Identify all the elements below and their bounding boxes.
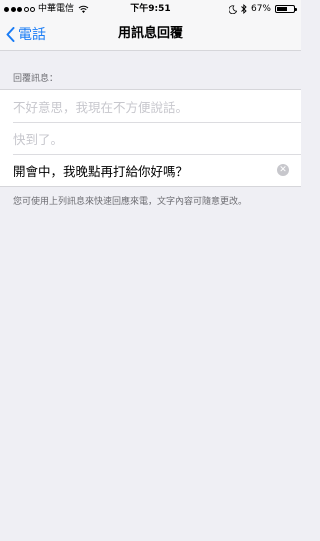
clear-icon[interactable]: ✕ — [277, 164, 289, 176]
bluetooth-icon — [241, 4, 247, 14]
reply-1-placeholder: 不好意思，我現在不方便說話。 — [13, 99, 189, 115]
reply-2-placeholder: 快到了。 — [13, 131, 64, 147]
reply-list: 不好意思，我現在不方便說話。 快到了。 開會中，我晚點再打給你好嗎？ ✕ — [0, 89, 301, 187]
page-title: 用訊息回覆 — [117, 26, 183, 41]
footer-note: 您可使用上列訊息來快速回應來電，文字內容可隨意更改。 — [13, 197, 248, 207]
moon-icon — [228, 4, 237, 14]
battery-level — [277, 7, 288, 11]
battery-icon — [275, 5, 297, 13]
reply-field-3[interactable]: 開會中，我晚點再打給你好嗎？ ✕ — [0, 154, 301, 186]
reply-field-2[interactable]: 快到了。 — [0, 122, 301, 154]
navigation-bar: 電話 用訊息回覆 — [0, 18, 301, 51]
reply-field-1[interactable]: 不好意思，我現在不方便說話。 — [0, 90, 301, 122]
reply-3-value: 開會中，我晚點再打給你好嗎？ — [13, 163, 189, 179]
status-right: 67% — [228, 0, 297, 18]
battery-percent: 67% — [250, 4, 271, 14]
status-bar: 中華電信 下午9:51 67% — [0, 0, 301, 18]
section-header: 回覆訊息： — [13, 74, 59, 84]
